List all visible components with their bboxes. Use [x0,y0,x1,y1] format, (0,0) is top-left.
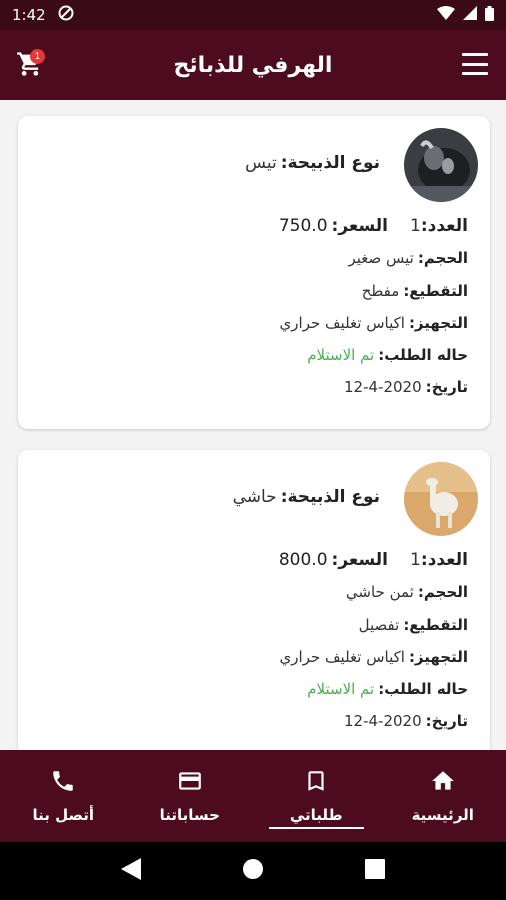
goat-image [404,128,478,202]
recents-icon[interactable] [365,859,386,883]
date-value: 12-4-2020 [344,378,422,396]
prep-value: اكياس تغليف حراري [279,314,405,332]
type-value: تيس [245,153,277,173]
hamburger-icon[interactable] [462,53,488,75]
type-label: نوع الذبيحة: [280,487,380,507]
nav-contact[interactable]: أتصل بنا [0,750,127,842]
status-left: 1:42 [12,5,74,25]
cut-label: التقطيع: [403,282,468,300]
status-right [437,5,494,25]
date-value: 12-4-2020 [344,712,422,730]
qty-value: 1 [410,216,421,236]
nav-orders-label: طلباتي [289,806,343,824]
nav-accounts-label: حساباتنا [159,806,220,824]
phone-icon [50,768,76,798]
size-label: الحجم: [417,249,468,267]
qty-value: 1 [410,550,421,570]
qty-label: العدد: [420,550,468,570]
status-label: حاله الطلب: [378,346,468,364]
cut-value: مفطح [361,282,400,300]
qty-label: العدد: [420,216,468,236]
status-bar: 1:42 [0,0,506,30]
qty-price-row: العدد: 1 السعر: 750.0 [279,216,468,236]
home-icon [429,768,457,798]
nav-contact-label: أتصل بنا [32,806,95,824]
bookmark-icon [303,768,329,798]
signal-icon [463,6,477,24]
status-value: تم الاستلام [307,346,375,364]
prep-row: التجهيز: اكياس تغليف حراري [280,314,468,332]
size-value: ثمن حاشي [345,583,414,601]
cart-badge: 1 [30,49,45,64]
battery-icon [485,5,494,25]
bottom-nav: الرئيسية طلباتي حساباتنا أتصل بنا [0,750,506,842]
date-row: تاريخ: 12-4-2020 [344,378,468,396]
camel-image [404,462,478,536]
system-nav-bar [0,842,506,900]
status-row: حاله الطلب: تم الاستلام [307,346,468,364]
nav-accounts[interactable]: حساباتنا [127,750,254,842]
size-value: تيس صغير [348,249,414,267]
status-value: تم الاستلام [307,680,375,698]
price-label: السعر: [331,550,389,570]
date-label: تاريخ: [425,378,468,396]
size-label: الحجم: [417,583,468,601]
nav-home[interactable]: الرئيسية [380,750,506,842]
credit-card-icon [176,768,204,798]
cut-row: التقطيع: تفصيل [359,616,468,634]
app-bar: 1 الهرفي للذبائح [0,30,506,100]
prep-row: التجهيز: اكياس تغليف حراري [280,648,468,666]
page-title: الهرفي للذبائح [173,52,333,78]
do-not-disturb-icon [58,5,74,25]
prep-label: التجهيز: [408,648,468,666]
slaughter-type: نوع الذبيحة: تيس [245,153,380,173]
price-value: 750.0 [278,216,328,236]
status-row: حاله الطلب: تم الاستلام [307,680,468,698]
type-label: نوع الذبيحة: [280,153,380,173]
size-row: الحجم: تيس صغير [348,249,468,267]
type-value: حاشي [232,487,277,507]
orders-list[interactable]: نوع الذبيحة: تيس العدد: 1 السعر: 750.0 ا… [0,100,506,750]
home-circle-icon[interactable] [242,858,264,884]
cut-row: التقطيع: مفطح [362,282,468,300]
qty-price-row: العدد: 1 السعر: 800.0 [279,550,468,570]
nav-orders[interactable]: طلباتي [253,750,380,842]
slaughter-type: نوع الذبيحة: حاشي [233,487,380,507]
size-row: الحجم: ثمن حاشي [346,583,468,601]
price-value: 800.0 [278,550,328,570]
prep-value: اكياس تغليف حراري [279,648,405,666]
order-card[interactable]: نوع الذبيحة: تيس العدد: 1 السعر: 750.0 ا… [18,116,490,429]
cut-value: تفصيل [358,616,400,634]
wifi-icon [437,6,455,24]
back-icon[interactable] [120,858,141,884]
date-row: تاريخ: 12-4-2020 [344,712,468,730]
status-label: حاله الطلب: [378,680,468,698]
prep-label: التجهيز: [408,314,468,332]
date-label: تاريخ: [425,712,468,730]
nav-home-label: الرئيسية [411,806,474,824]
order-card[interactable]: نوع الذبيحة: حاشي العدد: 1 السعر: 800.0 … [18,450,490,750]
cut-label: التقطيع: [403,616,468,634]
status-time: 1:42 [12,6,46,24]
price-label: السعر: [331,216,389,236]
